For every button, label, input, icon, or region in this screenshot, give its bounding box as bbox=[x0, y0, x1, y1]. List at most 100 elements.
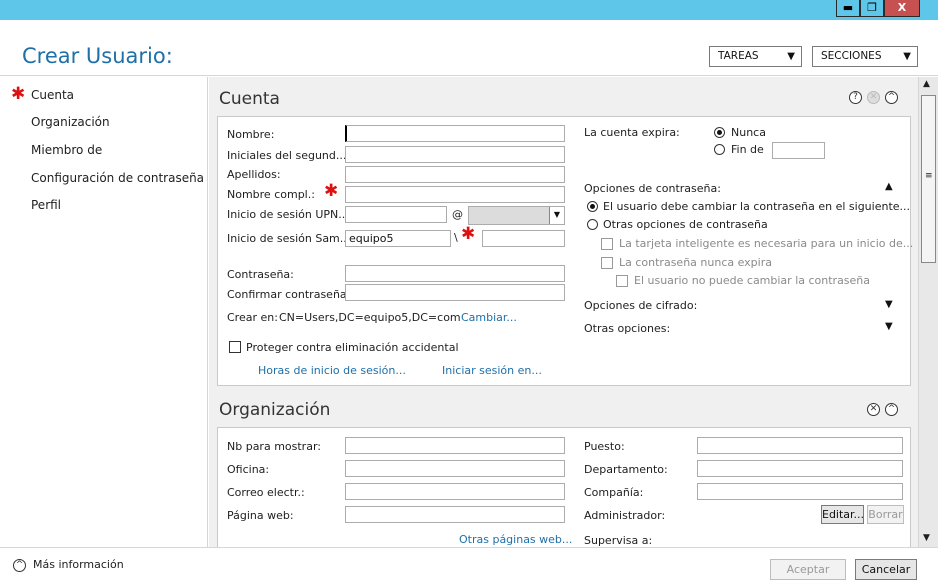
organizacion-panel: Nb para mostrar: Oficina: Correo electr.… bbox=[217, 427, 911, 547]
office-input[interactable] bbox=[345, 460, 565, 477]
section-nav: ✱ Cuenta Organización Miembro de Configu… bbox=[0, 77, 208, 547]
upn-at-label: @ bbox=[452, 208, 463, 221]
must-change-label: El usuario debe cambiar la contraseña en… bbox=[603, 200, 911, 213]
chevron-down-icon: ▼ bbox=[903, 51, 911, 62]
edit-manager-button[interactable]: Editar... bbox=[821, 505, 864, 524]
scroll-up-icon[interactable]: ▲ bbox=[923, 79, 930, 89]
window-titlebar: ▬ ❐ X bbox=[0, 0, 938, 20]
nav-item-organizacion[interactable]: Organización bbox=[31, 115, 110, 129]
expires-never-radio[interactable] bbox=[714, 127, 725, 138]
apellidos-label: Apellidos: bbox=[227, 168, 281, 181]
expand-triangle-icon[interactable]: ▼ bbox=[885, 299, 893, 310]
supervises-label: Supervisa a: bbox=[584, 534, 653, 547]
tasks-dropdown[interactable]: TAREAS ▼ bbox=[709, 46, 802, 67]
nombre-completo-label: Nombre compl.: bbox=[227, 188, 315, 201]
sam-domain-input[interactable]: equipo5 bbox=[345, 230, 451, 247]
create-in-value: CN=Users,DC=equipo5,DC=com bbox=[279, 311, 461, 324]
protect-deletion-checkbox[interactable] bbox=[229, 341, 241, 353]
other-pwd-label: Otras opciones de contraseña bbox=[603, 218, 768, 231]
cannot-change-checkbox[interactable] bbox=[616, 275, 628, 287]
dialog-footer: ^ Más información Aceptar Cancelar bbox=[0, 547, 938, 585]
change-location-link[interactable]: Cambiar... bbox=[461, 311, 517, 324]
display-name-input[interactable] bbox=[345, 437, 565, 454]
expires-date-input[interactable] bbox=[772, 142, 825, 159]
minimize-button[interactable]: ▬ bbox=[836, 0, 860, 17]
upn-suffix-select[interactable]: ▼ bbox=[468, 206, 565, 225]
nombre-input[interactable] bbox=[345, 125, 565, 142]
nombre-completo-input[interactable] bbox=[345, 186, 565, 203]
section-title-cuenta: Cuenta bbox=[219, 89, 280, 109]
other-options-label: Otras opciones: bbox=[584, 322, 671, 335]
protect-deletion-label: Proteger contra eliminación accidental bbox=[246, 341, 459, 354]
collapse-triangle-icon[interactable]: ▲ bbox=[885, 181, 893, 192]
expand-more-info-icon[interactable]: ^ bbox=[13, 559, 26, 572]
company-label: Compañía: bbox=[584, 486, 644, 499]
upn-label: Inicio de sesión UPN... bbox=[227, 208, 349, 221]
close-section-icon[interactable]: ✕ bbox=[867, 91, 880, 104]
job-title-input[interactable] bbox=[697, 437, 903, 454]
sam-name-input[interactable] bbox=[482, 230, 565, 247]
create-in-label: Crear en: bbox=[227, 311, 278, 324]
chevron-down-icon: ▼ bbox=[549, 207, 564, 224]
maximize-button[interactable]: ❐ bbox=[860, 0, 884, 17]
clear-manager-button[interactable]: Borrar bbox=[867, 505, 904, 524]
sam-label: Inicio de sesión Sam... bbox=[227, 232, 351, 245]
more-info-link[interactable]: Más información bbox=[33, 558, 124, 571]
nav-item-configuracion-contrasena[interactable]: Configuración de contraseña bbox=[31, 171, 204, 185]
accept-button[interactable]: Aceptar bbox=[770, 559, 846, 580]
sections-dropdown[interactable]: SECCIONES ▼ bbox=[812, 46, 918, 67]
collapse-section-icon[interactable]: ^ bbox=[885, 403, 898, 416]
required-asterisk-icon: ✱ bbox=[461, 224, 476, 244]
scroll-down-icon[interactable]: ▼ bbox=[923, 533, 930, 543]
expires-label: La cuenta expira: bbox=[584, 126, 680, 139]
email-label: Correo electr.: bbox=[227, 486, 305, 499]
close-section-icon[interactable]: ✕ bbox=[867, 403, 880, 416]
other-pwd-radio[interactable] bbox=[587, 219, 598, 230]
must-change-radio[interactable] bbox=[587, 201, 598, 212]
nav-item-miembro-de[interactable]: Miembro de bbox=[31, 143, 102, 157]
logon-hours-link[interactable]: Horas de inicio de sesión... bbox=[258, 364, 406, 377]
collapse-section-icon[interactable]: ^ bbox=[885, 91, 898, 104]
web-page-input[interactable] bbox=[345, 506, 565, 523]
scrollbar-thumb[interactable]: ≡ bbox=[921, 95, 936, 263]
cuenta-panel: Nombre: Iniciales del segund... Apellido… bbox=[217, 116, 914, 386]
smartcard-label: La tarjeta inteligente es necesaria para… bbox=[619, 237, 914, 250]
grip-icon: ≡ bbox=[925, 171, 933, 181]
required-asterisk-icon: ✱ bbox=[11, 84, 26, 104]
office-label: Oficina: bbox=[227, 463, 270, 476]
expand-triangle-icon[interactable]: ▼ bbox=[885, 321, 893, 332]
pwd-options-label: Opciones de contraseña: bbox=[584, 182, 721, 195]
apellidos-input[interactable] bbox=[345, 166, 565, 183]
expires-end-radio[interactable] bbox=[714, 144, 725, 155]
smartcard-checkbox[interactable] bbox=[601, 238, 613, 250]
password-label: Contraseña: bbox=[227, 268, 294, 281]
email-input[interactable] bbox=[345, 483, 565, 500]
company-input[interactable] bbox=[697, 483, 903, 500]
expires-never-label: Nunca bbox=[731, 126, 766, 139]
display-name-label: Nb para mostrar: bbox=[227, 440, 321, 453]
cancel-button[interactable]: Cancelar bbox=[855, 559, 917, 580]
logon-to-link[interactable]: Iniciar sesión en... bbox=[442, 364, 542, 377]
tasks-dropdown-label: TAREAS bbox=[718, 50, 759, 62]
never-expires-label: La contraseña nunca expira bbox=[619, 256, 772, 269]
dialog-header: Crear Usuario: TAREAS ▼ SECCIONES ▼ bbox=[0, 20, 938, 76]
nav-item-cuenta[interactable]: Cuenta bbox=[31, 88, 74, 102]
vertical-scrollbar[interactable]: ▲ ≡ ▼ bbox=[918, 77, 938, 547]
main-content: Cuenta ? ✕ ^ Nombre: Iniciales del segun… bbox=[209, 77, 918, 547]
confirm-password-input[interactable] bbox=[345, 284, 565, 301]
other-web-pages-link[interactable]: Otras páginas web... bbox=[459, 533, 572, 546]
close-window-button[interactable]: X bbox=[884, 0, 920, 17]
manager-label: Administrador: bbox=[584, 509, 666, 522]
chevron-down-icon: ▼ bbox=[787, 51, 795, 62]
nav-item-perfil[interactable]: Perfil bbox=[31, 198, 61, 212]
iniciales-input[interactable] bbox=[345, 146, 565, 163]
never-expires-checkbox[interactable] bbox=[601, 257, 613, 269]
password-input[interactable] bbox=[345, 265, 565, 282]
upn-input[interactable] bbox=[345, 206, 447, 223]
department-input[interactable] bbox=[697, 460, 903, 477]
job-title-label: Puesto: bbox=[584, 440, 625, 453]
encryption-options-label: Opciones de cifrado: bbox=[584, 299, 698, 312]
nombre-label: Nombre: bbox=[227, 128, 275, 141]
help-icon[interactable]: ? bbox=[849, 91, 862, 104]
web-page-label: Página web: bbox=[227, 509, 294, 522]
